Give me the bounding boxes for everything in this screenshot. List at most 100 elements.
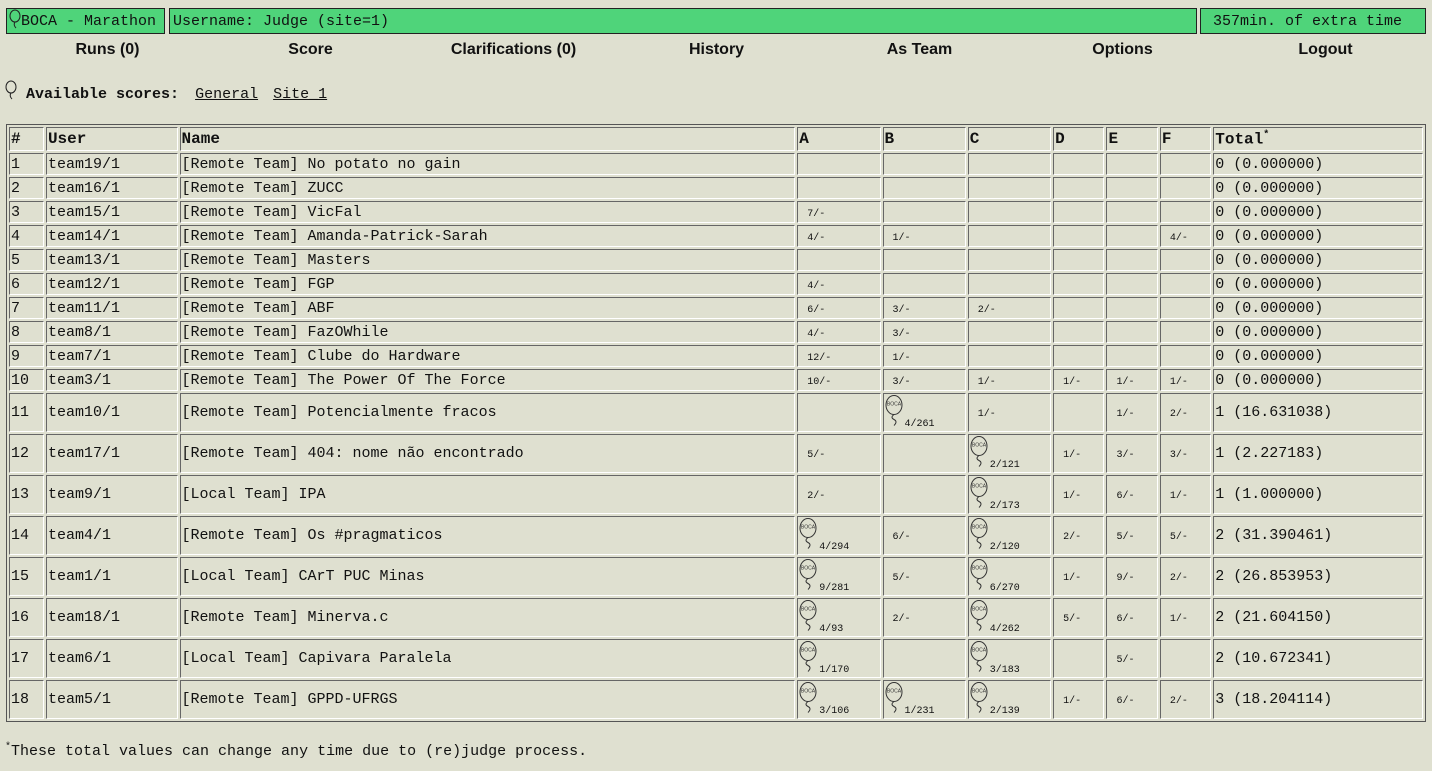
row-user: team17/1 [45,434,178,473]
problem-e-cell: 5/- [1106,516,1158,555]
problem-b-cell: BOCA 4/261 [882,393,966,432]
problem-c-cell [967,249,1052,271]
menu-clarifications[interactable]: Clarifications (0) [412,41,615,59]
row-total: 0 (0.000000) [1213,201,1423,223]
menu-score[interactable]: Score [209,41,412,59]
table-row: 3 team15/1 [Remote Team] VicFal 7/- 0 (0.000… [9,201,1423,223]
problem-b-cell [882,434,966,473]
menu-as-team[interactable]: As Team [818,41,1021,59]
problem-result: 1/- [1063,491,1082,502]
problem-result: 5/- [1063,614,1082,625]
problem-result: 3/106 [819,706,850,717]
app-title: BOCA - Marathon [21,13,157,30]
problem-d-cell [1053,177,1105,199]
problem-result: 2/120 [989,542,1020,553]
row-total: 0 (0.000000) [1213,297,1423,319]
row-position: 2 [9,177,44,199]
problem-f-cell [1159,345,1212,367]
problem-b-cell: 1/- [882,225,966,247]
row-team-name: [Local Team] CArT PUC Minas [179,557,796,596]
balloon-icon [9,9,21,29]
problem-result: 1/- [892,232,911,244]
table-row: 6 team12/1 [Remote Team] FGP 4/- 0 (0.000000… [9,273,1423,295]
problem-result: 12/- [807,352,832,364]
problem-result: 1/- [1116,409,1135,420]
menu-history[interactable]: History [615,41,818,59]
problem-b-cell [882,177,966,199]
row-user: team10/1 [45,393,178,432]
problem-a-cell: BOCA 1/170 [797,639,881,678]
table-row: 10 team3/1 [Remote Team] The Power Of The … [9,369,1423,391]
problem-e-cell [1106,201,1158,223]
row-position: 10 [9,369,44,391]
problem-c-cell: 2/- [967,297,1052,319]
balloon-icon: BOCA [885,395,903,426]
problem-f-cell: 2/- [1159,680,1212,719]
problem-d-cell [1053,201,1105,223]
accepted-result: BOCA 6/270 [970,558,1049,595]
problem-result: 3/- [892,328,911,340]
row-team-name: [Remote Team] Potencialmente fracos [179,393,796,432]
row-user: team4/1 [45,516,178,555]
available-scores: Available scores: General Site_1 [5,80,327,103]
row-user: team19/1 [45,153,178,175]
table-row: 5 team13/1 [Remote Team] Masters 0 (0.00000… [9,249,1423,271]
row-total: 0 (0.000000) [1213,249,1423,271]
menu-options[interactable]: Options [1021,41,1224,59]
row-position: 13 [9,475,44,514]
score-link-general[interactable]: General [195,86,258,103]
problem-b-cell: BOCA 1/231 [882,680,966,719]
row-total: 0 (0.000000) [1213,345,1423,367]
balloon-icon: BOCA [970,436,988,467]
problem-result: 1/- [1116,376,1135,388]
row-user: team6/1 [45,639,178,678]
row-position: 12 [9,434,44,473]
svg-text:BOCA: BOCA [972,689,987,695]
menu-runs[interactable]: Runs (0) [6,41,209,59]
problem-a-cell: 10/- [797,369,881,391]
svg-text:BOCA: BOCA [972,484,987,490]
problem-result: 6/270 [989,583,1020,594]
row-team-name: [Remote Team] The Power Of The Force [179,369,796,391]
problem-f-cell: 1/- [1159,598,1212,637]
table-row: 7 team11/1 [Remote Team] ABF 6/- 3/- 2/- 0 (0.… [9,297,1423,319]
row-team-name: [Remote Team] FazOWhile [179,321,796,343]
problem-result: 6/- [1116,696,1135,707]
row-position: 9 [9,345,44,367]
problem-f-cell [1159,153,1212,175]
problem-e-cell [1106,177,1158,199]
problem-d-cell [1053,273,1105,295]
problem-f-cell: 5/- [1159,516,1212,555]
problem-f-cell [1159,321,1212,343]
balloon-icon: BOCA [799,682,817,713]
problem-result: 6/- [892,532,911,543]
problem-result: 2/- [892,614,911,625]
problem-e-cell: 6/- [1106,680,1158,719]
row-position: 18 [9,680,44,719]
table-row: 8 team8/1 [Remote Team] FazOWhile 4/- 3/- 0 (… [9,321,1423,343]
menu-logout[interactable]: Logout [1224,41,1427,59]
table-header-row: # User Name A B C D E F Total* [9,127,1423,151]
problem-c-cell: BOCA 3/183 [967,639,1052,678]
row-user: team11/1 [45,297,178,319]
row-team-name: [Remote Team] ABF [179,297,796,319]
row-user: team3/1 [45,369,178,391]
score-link-site1[interactable]: Site_1 [273,86,327,103]
problem-c-cell: 1/- [967,393,1052,432]
problem-d-cell [1053,321,1105,343]
problem-c-cell: 1/- [967,369,1052,391]
svg-text:BOCA: BOCA [801,648,816,654]
problem-result: 2/- [1169,696,1188,707]
row-user: team8/1 [45,321,178,343]
problem-result: 1/- [1063,573,1082,584]
problem-result: 3/- [1116,450,1135,461]
problem-d-cell: 1/- [1053,475,1105,514]
row-team-name: [Remote Team] ZUCC [179,177,796,199]
row-position: 16 [9,598,44,637]
accepted-result: BOCA 2/120 [970,517,1049,554]
balloon-icon: BOCA [799,600,817,631]
problem-d-cell [1053,345,1105,367]
problem-result: 4/- [807,280,826,292]
problem-result: 1/- [1169,376,1188,388]
problem-result: 2/- [977,304,996,316]
